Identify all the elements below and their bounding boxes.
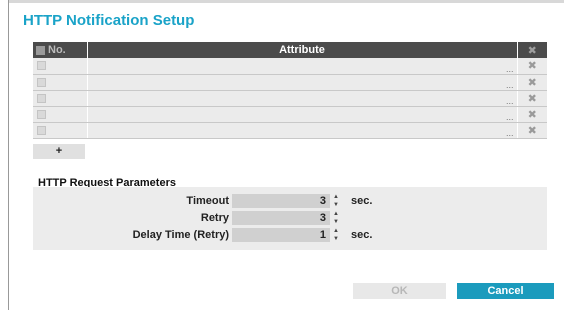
row-checkbox[interactable] [37, 125, 46, 135]
attribute-cell[interactable]: ... [87, 74, 518, 91]
dialog-title: HTTP Notification Setup [23, 12, 195, 29]
table-row: ... ✖ [33, 106, 547, 123]
attribute-cell[interactable]: ... [87, 90, 518, 107]
param-row-timeout: Timeout 3 ▲ ▼ sec. [33, 192, 547, 210]
attribute-table: No. Attribute ✖ ... ✖ ... ✖ ... ✖ ... ✖ … [33, 42, 547, 139]
edit-ellipsis-button[interactable]: ... [506, 80, 514, 90]
retry-spinner: ▲ ▼ [332, 210, 340, 226]
delete-row-button[interactable]: ✖ [517, 90, 547, 107]
cancel-button[interactable]: Cancel [457, 283, 554, 299]
table-row: ... ✖ [33, 74, 547, 91]
spin-down-icon[interactable]: ▼ [332, 235, 340, 243]
close-icon: ✖ [527, 92, 537, 105]
timeout-unit: sec. [351, 195, 373, 207]
http-notification-dialog: HTTP Notification Setup No. Attribute ✖ … [8, 0, 564, 310]
spin-up-icon[interactable]: ▲ [332, 210, 340, 218]
delay-time-unit: sec. [351, 229, 373, 241]
attribute-cell[interactable]: ... [87, 106, 518, 123]
close-icon: ✖ [527, 44, 537, 57]
table-row: ... ✖ [33, 122, 547, 139]
delete-row-button[interactable]: ✖ [517, 74, 547, 91]
attribute-cell[interactable]: ... [87, 122, 518, 139]
spin-up-icon[interactable]: ▲ [332, 193, 340, 201]
row-no-cell [33, 58, 88, 75]
table-header-row: No. Attribute ✖ [33, 42, 547, 58]
delay-time-value: 1 [319, 229, 326, 241]
timeout-spinner: ▲ ▼ [332, 193, 340, 209]
edit-ellipsis-button[interactable]: ... [506, 112, 514, 122]
row-checkbox[interactable] [37, 61, 46, 70]
delay-time-input[interactable]: 1 [232, 228, 330, 242]
table-row: ... ✖ [33, 90, 547, 107]
delay-time-spinner: ▲ ▼ [332, 227, 340, 243]
top-divider [9, 0, 564, 3]
timeout-value: 3 [319, 195, 326, 207]
row-no-cell [33, 106, 88, 123]
row-no-cell [33, 74, 88, 91]
param-row-retry: Retry 3 ▲ ▼ [33, 209, 547, 227]
delete-all-button[interactable]: ✖ [517, 42, 547, 58]
column-header-attribute: Attribute [87, 42, 518, 58]
timeout-input[interactable]: 3 [232, 194, 330, 208]
delete-row-button[interactable]: ✖ [517, 122, 547, 139]
delete-row-button[interactable]: ✖ [517, 58, 547, 75]
timeout-label: Timeout [186, 195, 229, 207]
column-header-no: No. [33, 42, 88, 58]
edit-ellipsis-button[interactable]: ... [506, 128, 514, 138]
attribute-cell[interactable]: ... [87, 58, 518, 75]
http-request-params-panel: Timeout 3 ▲ ▼ sec. Retry 3 ▲ ▼ Delay Tim… [33, 187, 547, 250]
table-row: ... ✖ [33, 58, 547, 75]
select-all-checkbox[interactable] [36, 45, 45, 55]
column-header-no-label: No. [48, 44, 66, 56]
edit-ellipsis-button[interactable]: ... [506, 96, 514, 106]
close-icon: ✖ [527, 76, 537, 89]
ok-button[interactable]: OK [353, 283, 446, 299]
row-checkbox[interactable] [37, 77, 46, 87]
row-checkbox[interactable] [37, 93, 46, 103]
row-no-cell [33, 90, 88, 107]
param-row-delay-time: Delay Time (Retry) 1 ▲ ▼ sec. [33, 226, 547, 244]
delay-time-label: Delay Time (Retry) [132, 229, 229, 241]
add-row-button[interactable]: + [33, 144, 85, 159]
close-icon: ✖ [527, 60, 537, 73]
row-no-cell [33, 122, 88, 139]
delete-row-button[interactable]: ✖ [517, 106, 547, 123]
retry-label: Retry [200, 212, 229, 224]
close-icon: ✖ [527, 108, 537, 121]
close-icon: ✖ [527, 124, 537, 137]
edit-ellipsis-button[interactable]: ... [506, 64, 514, 74]
spin-down-icon[interactable]: ▼ [332, 218, 340, 226]
row-checkbox[interactable] [37, 109, 46, 119]
retry-value: 3 [319, 212, 326, 224]
retry-input[interactable]: 3 [232, 211, 330, 225]
spin-down-icon[interactable]: ▼ [332, 201, 340, 209]
spin-up-icon[interactable]: ▲ [332, 227, 340, 235]
